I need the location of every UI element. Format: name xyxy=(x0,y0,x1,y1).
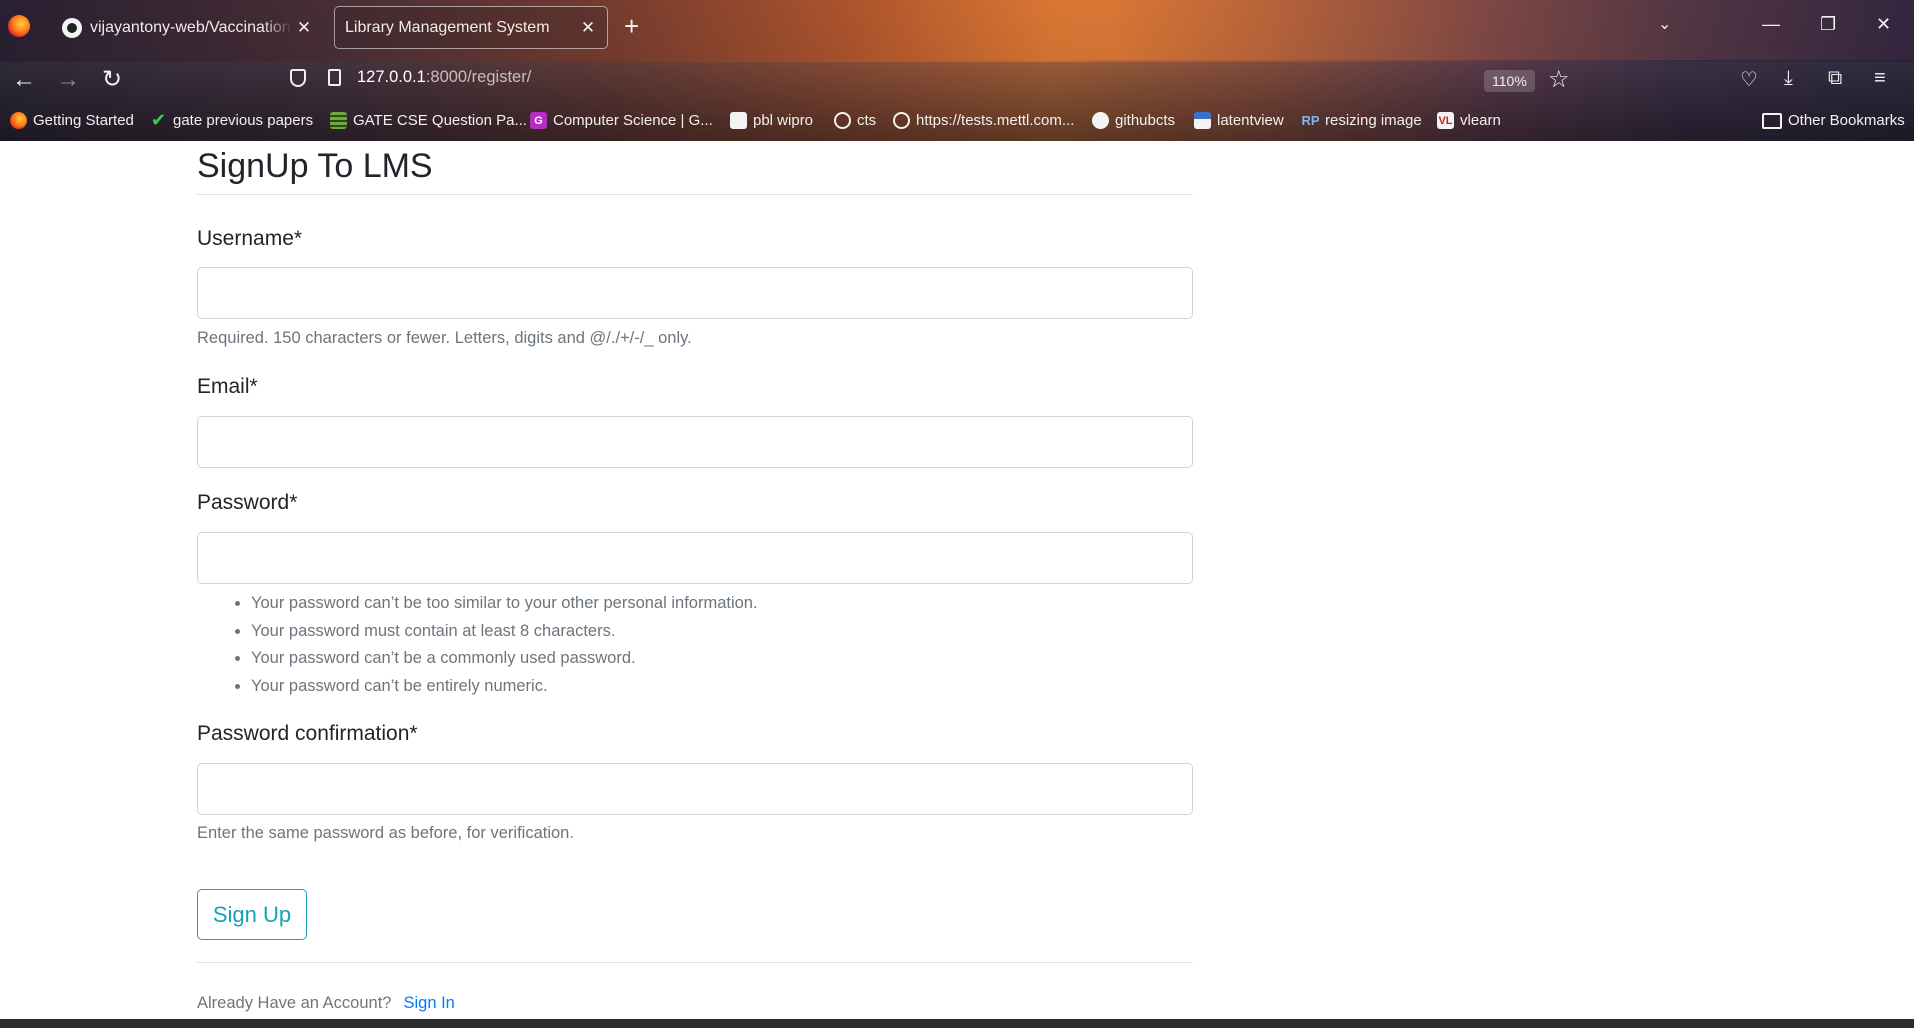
url-path: :8000/register/ xyxy=(425,68,532,86)
downloads-icon[interactable]: ⤓ xyxy=(1784,67,1793,90)
firefox-menu-icon[interactable] xyxy=(8,15,30,37)
bookmark-star-icon[interactable]: ☆ xyxy=(1548,65,1570,94)
stack-icon xyxy=(330,112,347,129)
reload-icon[interactable]: ↻ xyxy=(102,66,122,94)
latentview-icon xyxy=(1194,112,1211,129)
globe-icon xyxy=(893,112,910,129)
bookmark-label: GATE CSE Question Pa... xyxy=(353,112,527,129)
password-help-list: Your password can’t be too similar to yo… xyxy=(197,590,758,700)
bookmark-cts[interactable]: cts xyxy=(834,112,876,129)
page-content: SignUp To LMS Username* Required. 150 ch… xyxy=(0,141,1914,1019)
bookmark-pbl-wipro[interactable]: pbl wipro xyxy=(730,112,813,129)
bookmark-label: resizing image xyxy=(1325,112,1422,129)
tab-title: Library Management System xyxy=(345,18,550,36)
sign-up-button[interactable]: Sign Up xyxy=(197,889,307,940)
bookmark-label: Computer Science | G... xyxy=(553,112,713,129)
password-help-item: Your password can’t be a commonly used p… xyxy=(251,645,758,673)
firefox-icon xyxy=(10,112,27,129)
password-confirmation-help: Enter the same password as before, for v… xyxy=(197,824,574,842)
folder-icon xyxy=(1762,112,1782,129)
url-bar[interactable]: 127.0.0.1:8000/register/ xyxy=(290,68,531,87)
bookmark-vlearn[interactable]: VL vlearn xyxy=(1437,112,1501,129)
taskbar-edge xyxy=(0,1019,1914,1028)
bookmark-label: https://tests.mettl.com... xyxy=(916,112,1075,129)
password-help-item: Your password can’t be entirely numeric. xyxy=(251,673,758,701)
tab-library-management[interactable]: Library Management System ✕ xyxy=(334,6,608,49)
form-legend: SignUp To LMS xyxy=(197,141,1193,195)
password-help-item: Your password must contain at least 8 ch… xyxy=(251,618,758,646)
sign-in-link[interactable]: Sign In xyxy=(403,994,454,1012)
zoom-indicator[interactable]: 110% xyxy=(1484,70,1535,92)
pocket-icon[interactable]: ♡ xyxy=(1740,67,1758,92)
other-bookmarks[interactable]: Other Bookmarks xyxy=(1762,112,1905,129)
password-confirmation-input[interactable] xyxy=(197,763,1193,815)
bookmark-gate-previous-papers[interactable]: ✔ gate previous papers xyxy=(150,110,314,130)
username-input[interactable] xyxy=(197,267,1193,319)
bookmark-label: Other Bookmarks xyxy=(1788,112,1905,129)
bookmark-githubcts[interactable]: githubcts xyxy=(1092,112,1175,129)
bookmark-latentview[interactable]: latentview xyxy=(1194,112,1284,129)
bookmark-getting-started[interactable]: Getting Started xyxy=(10,112,134,129)
password-label: Password* xyxy=(197,491,298,514)
bookmark-label: vlearn xyxy=(1460,112,1501,129)
bookmark-label: cts xyxy=(857,112,877,129)
bookmark-label: githubcts xyxy=(1115,112,1176,129)
signin-footer: Already Have an Account? Sign In xyxy=(197,994,455,1013)
close-tab-icon[interactable]: ✕ xyxy=(577,18,599,38)
new-tab-button[interactable]: + xyxy=(624,12,639,40)
page-info-icon[interactable] xyxy=(328,69,341,86)
hamburger-menu-icon[interactable]: ≡ xyxy=(1874,67,1886,90)
username-help: Required. 150 characters or fewer. Lette… xyxy=(197,329,692,347)
minimize-icon[interactable]: — xyxy=(1762,14,1780,35)
tab-title: vijayantony-web/Vaccination_B xyxy=(90,18,293,36)
divider xyxy=(197,962,1193,963)
browser-chrome: vijayantony-web/Vaccination_B ✕ Library … xyxy=(0,0,1914,141)
bookmark-label: gate previous papers xyxy=(173,112,314,129)
username-label: Username* xyxy=(197,227,303,250)
forward-icon[interactable]: → xyxy=(56,66,80,94)
restore-icon[interactable]: ❐ xyxy=(1820,14,1836,35)
close-tab-icon[interactable]: ✕ xyxy=(293,18,315,38)
bookmark-label: latentview xyxy=(1217,112,1284,129)
url-host: 127.0.0.1 xyxy=(357,68,426,86)
github-icon xyxy=(62,17,82,38)
bookmark-gate-cse-question[interactable]: GATE CSE Question Pa... xyxy=(330,112,527,129)
tab-vaccination[interactable]: vijayantony-web/Vaccination_B ✕ xyxy=(48,6,323,49)
rp-icon: RP xyxy=(1301,113,1320,128)
bookmark-label: Getting Started xyxy=(33,112,134,129)
back-icon[interactable]: ← xyxy=(12,66,36,94)
bookmark-mettl[interactable]: https://tests.mettl.com... xyxy=(893,112,1074,129)
check-icon: ✔ xyxy=(150,110,167,130)
doc-icon xyxy=(730,112,747,129)
bookmark-label: pbl wipro xyxy=(753,112,814,129)
password-confirmation-label: Password confirmation* xyxy=(197,722,418,745)
list-all-tabs-icon[interactable]: ⌄ xyxy=(1658,14,1671,34)
g-icon: G xyxy=(530,112,547,129)
email-label: Email* xyxy=(197,375,258,398)
signup-form: SignUp To LMS Username* Required. 150 ch… xyxy=(197,141,1193,1012)
globe-icon xyxy=(834,112,851,129)
bookmark-computer-science[interactable]: G Computer Science | G... xyxy=(530,112,713,129)
password-input[interactable] xyxy=(197,532,1193,584)
vlearn-icon: VL xyxy=(1437,112,1454,129)
extensions-icon[interactable]: ⧉ xyxy=(1828,67,1842,90)
close-window-icon[interactable]: ✕ xyxy=(1876,14,1891,35)
bookmark-resizing-image[interactable]: RP resizing image xyxy=(1301,112,1422,129)
email-input[interactable] xyxy=(197,416,1193,468)
bookmarks-toolbar: Getting Started ✔ gate previous papers G… xyxy=(0,110,1914,138)
footer-text: Already Have an Account? xyxy=(197,994,392,1012)
tab-bar: vijayantony-web/Vaccination_B ✕ Library … xyxy=(0,0,1914,54)
shield-icon[interactable] xyxy=(290,68,306,87)
password-help-item: Your password can’t be too similar to yo… xyxy=(251,590,758,618)
github-icon xyxy=(1092,112,1109,129)
nav-bar: ← → ↻ 127.0.0.1:8000/register/ 110% ☆ ♡ … xyxy=(0,58,1914,104)
